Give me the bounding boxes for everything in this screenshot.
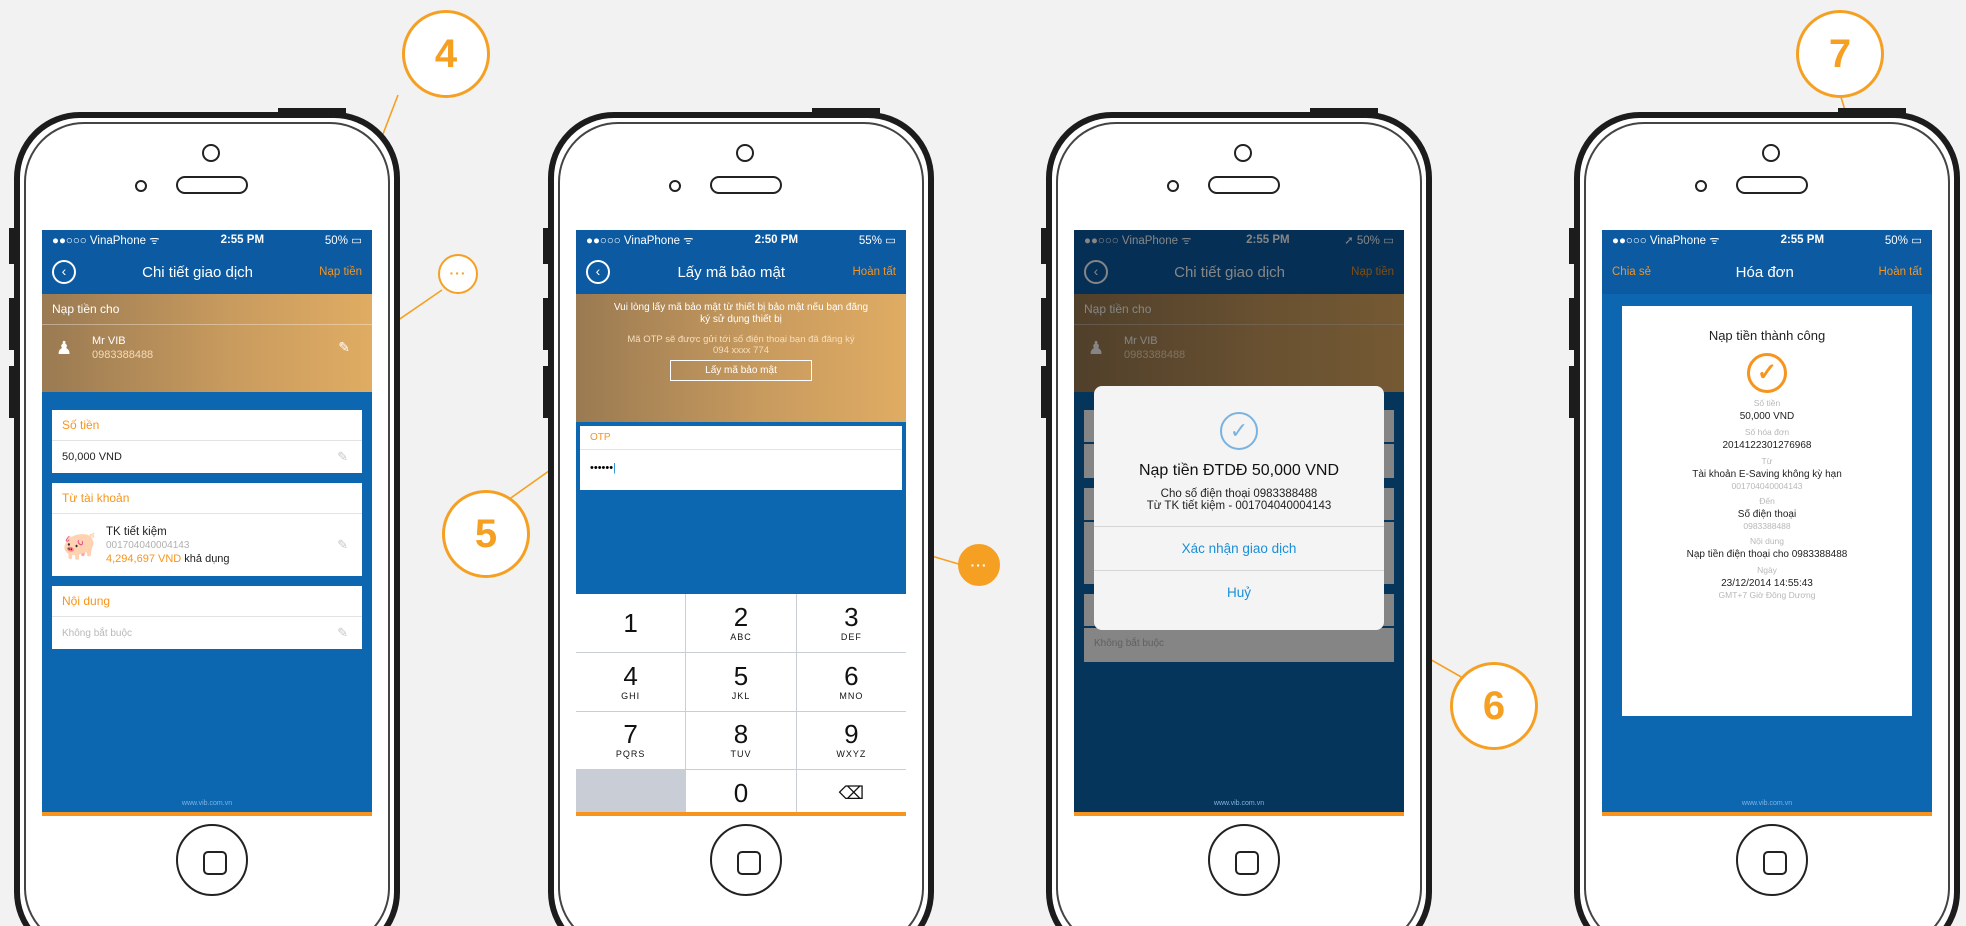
edit-icon: ✎ <box>337 537 348 552</box>
otp-phone: 094 xxxx 774 <box>713 345 769 356</box>
more-icon: ··· <box>958 544 1000 586</box>
balance: 4,294,697 VND <box>106 552 182 565</box>
earpiece <box>1208 176 1280 194</box>
earpiece <box>176 176 248 194</box>
topup-button[interactable]: Nạp tiền <box>319 266 362 278</box>
amount-field[interactable]: Số tiền 50,000 VND ✎ <box>52 410 362 473</box>
confirm-transaction-button[interactable]: Xác nhận giao dịch <box>1094 526 1384 570</box>
front-camera <box>1762 144 1780 162</box>
recipient-name: Mr VIB <box>92 335 126 347</box>
home-button[interactable] <box>176 824 248 896</box>
more-icon: ··· <box>438 254 478 294</box>
instruction-text: Vui lòng lấy mã bảo mật từ thiết bị bảo … <box>613 302 869 325</box>
recipient-section: Nạp tiền cho ♟ Mr VIB 0983388488 ✎ <box>42 294 372 392</box>
key-2[interactable]: 2 ABC <box>686 594 796 652</box>
done-button[interactable]: Hoàn tất <box>1879 266 1922 278</box>
phone-3: ●●○○○ VinaPhone ᯤ 2:55 PM ➚ 50% ▭ ‹ Chi … <box>1041 108 1432 926</box>
blank-key <box>576 770 686 816</box>
from-account-field[interactable]: Từ tài khoản 🐖 TK tiết kiệm 001704040004… <box>52 483 362 576</box>
edit-icon: ✎ <box>337 625 348 640</box>
key-0[interactable]: 0 <box>686 770 796 816</box>
key-7[interactable]: 7 PQRS <box>576 711 686 770</box>
status-bar: ●●○○○ VinaPhone ᯤ 2:50 PM 55% ▭ <box>576 230 906 250</box>
otp-label: OTP <box>580 426 902 450</box>
key-3[interactable]: 3 DEF <box>796 594 906 652</box>
transaction-detail-screen: ●●○○○ VinaPhone ᯤ 2:55 PM 50% ▭ ‹ Chi ti… <box>42 230 372 816</box>
step-6-callout: 6 <box>1450 662 1538 750</box>
key-4[interactable]: 4 GHI <box>576 652 686 711</box>
dialog-title: Nạp tiền ĐTDĐ 50,000 VND <box>1138 462 1340 479</box>
edit-recipient-icon[interactable]: ✎ <box>338 339 350 356</box>
confirm-dialog: ✓ Nạp tiền ĐTDĐ 50,000 VND Cho số điện t… <box>1094 386 1384 630</box>
backspace-icon: ⌫ <box>838 783 865 804</box>
nav-bar: ‹ Chi tiết giao dịch Nạp tiền <box>42 250 372 294</box>
status-bar: ●●○○○ VinaPhone ᯤ 2:55 PM 50% ▭ <box>1602 230 1932 250</box>
home-button[interactable] <box>710 824 782 896</box>
otp-note: Mã OTP sẽ được gửi tới số điện thoại bạn… <box>627 334 855 345</box>
receipt-title: Nạp tiền thành công <box>1708 328 1826 343</box>
piggy-bank-icon: 🐖 <box>62 529 97 561</box>
home-button[interactable] <box>1736 824 1808 896</box>
cancel-button[interactable]: Huỷ <box>1094 570 1384 614</box>
edit-icon: ✎ <box>337 449 348 464</box>
recipient-phone: 0983388488 <box>92 349 154 361</box>
security-info-section: Vui lòng lấy mã bảo mật từ thiết bị bảo … <box>576 294 906 422</box>
check-circle-icon: ✓ <box>1220 412 1258 450</box>
invoice-screen: ●●○○○ VinaPhone ᯤ 2:55 PM 50% ▭ Chia sẻ … <box>1602 230 1932 816</box>
phone-1: ●●○○○ VinaPhone ᯤ 2:55 PM 50% ▭ ‹ Chi ti… <box>9 108 400 926</box>
success-check-icon: ✓ <box>1747 353 1787 393</box>
key-6[interactable]: 6 MNO <box>796 652 906 711</box>
key-8[interactable]: 8 TUV <box>686 711 796 770</box>
numeric-keypad: 1 2 ABC 3 DEF 4 GHI 5 JKL 6 MNO 7 PQRS 8 TUV 9 WXYZ 0 ⌫ <box>576 594 906 816</box>
confirm-screen: ●●○○○ VinaPhone ᯤ 2:55 PM ➚ 50% ▭ ‹ Chi … <box>1074 230 1404 816</box>
step-7-callout: 7 <box>1796 10 1884 98</box>
share-button[interactable]: Chia sẻ <box>1612 266 1651 278</box>
key-9[interactable]: 9 WXYZ <box>796 711 906 770</box>
backspace-key[interactable]: ⌫ <box>796 770 906 816</box>
status-bar: ●●○○○ VinaPhone ᯤ 2:55 PM 50% ▭ <box>42 230 372 250</box>
page-title: Chi tiết giao dịch <box>142 263 254 281</box>
front-camera <box>202 144 220 162</box>
front-camera <box>736 144 754 162</box>
security-code-screen: ●●○○○ VinaPhone ᯤ 2:50 PM 55% ▭ ‹ Lấy mã… <box>576 230 906 816</box>
done-button[interactable]: Hoàn tất <box>853 266 896 278</box>
earpiece <box>1736 176 1808 194</box>
back-icon[interactable]: ‹ <box>52 260 76 284</box>
otp-input[interactable]: ••••••| <box>580 450 902 490</box>
nav-bar: Chia sẻ Hóa đơn Hoàn tất <box>1602 250 1932 294</box>
recipient-header: Nạp tiền cho <box>42 294 372 325</box>
key-5[interactable]: 5 JKL <box>686 652 796 711</box>
key-1[interactable]: 1 <box>576 594 686 652</box>
step-5-callout: 5 <box>442 490 530 578</box>
receipt-card: Nạp tiền thành công ✓ Số tiền 50,000 VND… <box>1622 306 1912 716</box>
front-camera <box>1234 144 1252 162</box>
step-4-callout: 4 <box>402 10 490 98</box>
page-title: Lấy mã bảo mật <box>677 263 786 281</box>
content-placeholder: Không bắt buộc <box>62 628 133 639</box>
amount-value: 50,000 VND <box>62 451 122 463</box>
person-icon: ♟ <box>56 337 73 358</box>
phone-4: ●●○○○ VinaPhone ᯤ 2:55 PM 50% ▭ Chia sẻ … <box>1569 108 1960 926</box>
page-title: Hóa đơn <box>1735 263 1794 281</box>
phone-2: ●●○○○ VinaPhone ᯤ 2:50 PM 55% ▭ ‹ Lấy mã… <box>543 108 934 926</box>
back-icon[interactable]: ‹ <box>586 260 610 284</box>
content-field[interactable]: Nội dung Không bắt buộc ✎ <box>52 586 362 649</box>
earpiece <box>710 176 782 194</box>
nav-bar: ‹ Lấy mã bảo mật Hoàn tất <box>576 250 906 294</box>
get-code-button[interactable]: Lấy mã bảo mật <box>670 360 812 381</box>
home-button[interactable] <box>1208 824 1280 896</box>
